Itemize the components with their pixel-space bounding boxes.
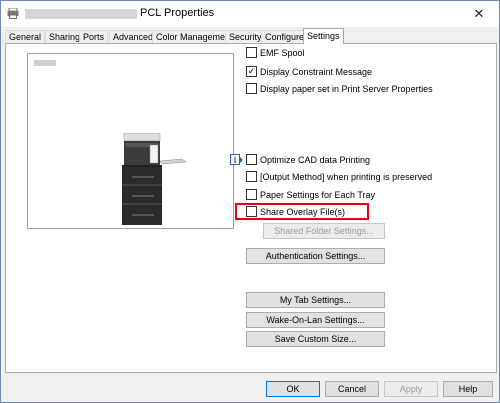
option-paper-settings-each-tray[interactable]: Paper Settings for Each Tray [246,189,375,202]
cancel-button[interactable]: Cancel [325,381,379,397]
tab-advanced[interactable]: Advanced [109,30,158,44]
option-label: Optimize CAD data Printing [260,155,371,165]
tray-number-3: 3 [100,171,105,180]
window-title: PCL Properties [140,7,215,19]
tray-number-2: 2 [100,152,105,161]
option-optimize-cad[interactable]: Optimize CAD data Printing [246,154,370,167]
tab-configure[interactable]: Configure [261,30,309,44]
tab-settings[interactable]: Settings [303,28,344,44]
ok-button[interactable]: OK [266,381,320,397]
highlight-box [235,203,369,220]
close-icon: ✕ [473,6,485,21]
info-icon: i [230,154,243,165]
printer-name-redacted [25,9,137,19]
paper-settings-each-tray-checkbox[interactable] [246,189,257,201]
option-label: EMF Spool [260,48,305,58]
emf-spool-checkbox[interactable] [246,47,257,59]
option-label: Display Constraint Message [260,67,373,77]
printer-illustration-icon [122,133,187,225]
tab-color-management[interactable]: Color Management [152,30,237,44]
option-label: Paper Settings for Each Tray [260,190,376,200]
apply-button[interactable]: Apply [384,381,438,397]
tab-strip: General Sharing Ports Advanced Color Man… [1,28,499,44]
printer-preview: 1 2 3 [27,53,234,229]
option-label: [Output Method] when printing is preserv… [260,172,433,182]
printer-model-redacted [34,60,56,66]
option-display-constraint-message[interactable]: ✓ Display Constraint Message [246,66,372,79]
option-output-method-preserved[interactable]: [Output Method] when printing is preserv… [246,171,432,184]
tab-general[interactable]: General [5,30,46,44]
option-display-paper-set[interactable]: Display paper set in Print Server Proper… [246,83,433,96]
wake-on-lan-settings-button[interactable]: Wake-On-Lan Settings... [246,312,385,328]
my-tab-settings-button[interactable]: My Tab Settings... [246,292,385,308]
printer-app-icon [7,8,19,19]
optimize-cad-checkbox[interactable] [246,154,257,166]
tab-ports[interactable]: Ports [79,30,109,44]
output-method-preserved-checkbox[interactable] [246,171,257,183]
help-button[interactable]: Help [443,381,493,397]
tab-security[interactable]: Security [225,30,266,44]
title-bar: PCL Properties ✕ [1,1,499,27]
authentication-settings-button[interactable]: Authentication Settings... [246,248,385,264]
tray-number-1: 1 [100,134,105,143]
close-button[interactable]: ✕ [459,1,499,27]
display-constraint-message-checkbox[interactable]: ✓ [246,66,257,78]
shared-folder-settings-button[interactable]: Shared Folder Settings... [263,223,385,239]
printer-properties-window: PCL Properties ✕ General Sharing Ports A… [0,0,500,403]
save-custom-size-button[interactable]: Save Custom Size... [246,331,385,347]
option-label: Display paper set in Print Server Proper… [260,84,433,94]
option-emf-spool[interactable]: EMF Spool [246,47,305,60]
display-paper-set-checkbox[interactable] [246,83,257,95]
